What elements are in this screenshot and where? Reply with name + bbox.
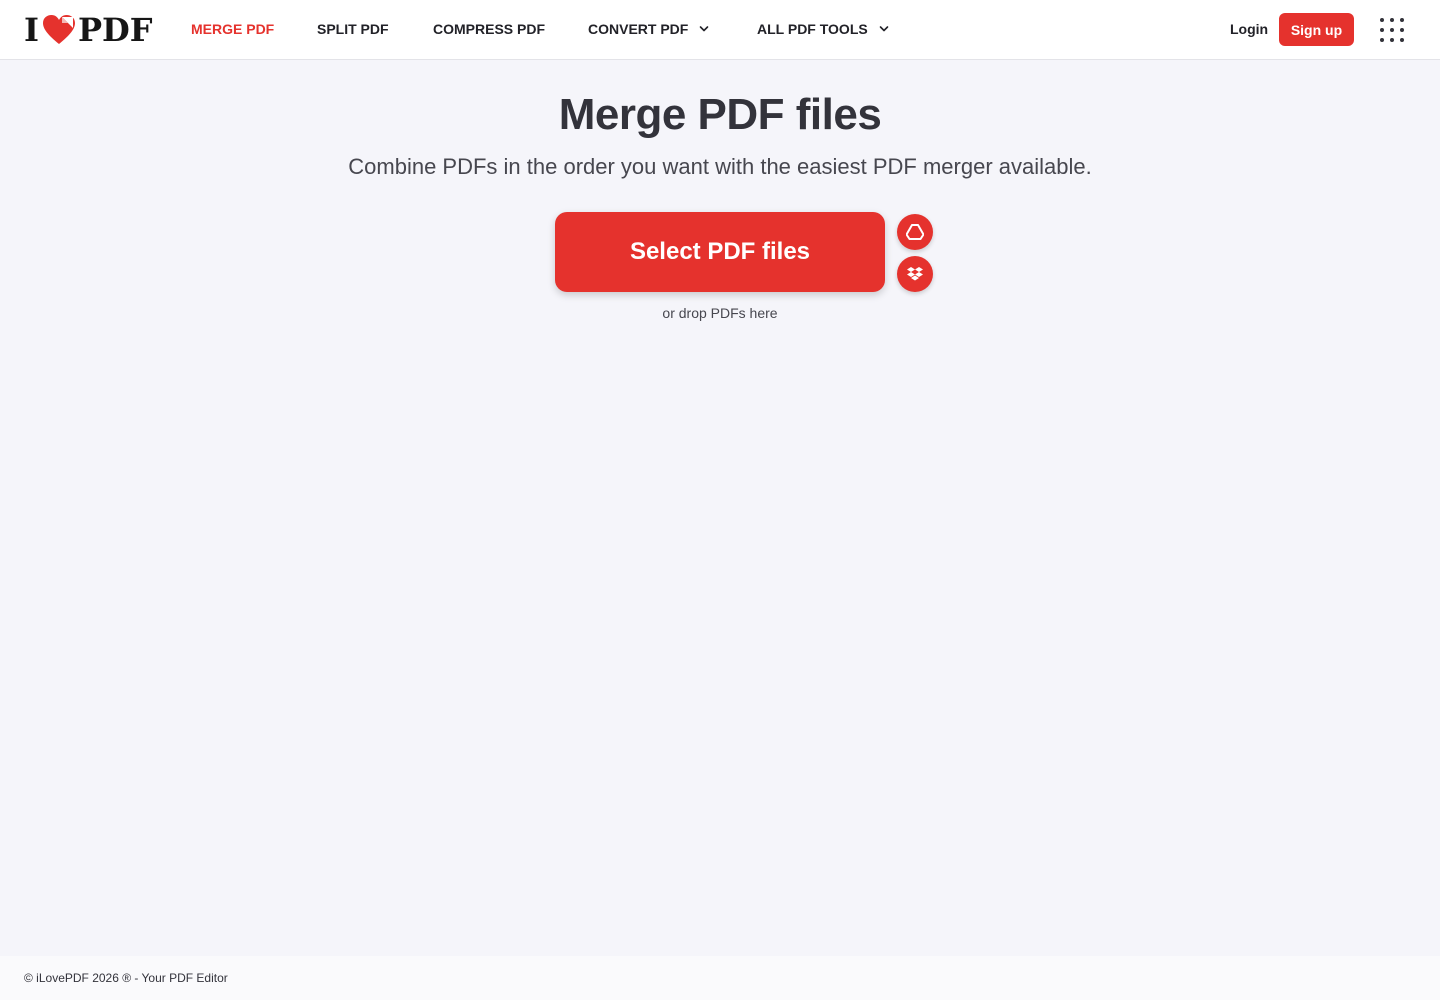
- nav-all-pdf-tools[interactable]: ALL PDF TOOLS: [757, 21, 889, 37]
- nav-compress-pdf[interactable]: COMPRESS PDF: [433, 21, 545, 37]
- nav-convert-pdf[interactable]: CONVERT PDF: [588, 21, 709, 37]
- chevron-down-icon: [700, 26, 709, 32]
- signup-button[interactable]: Sign up: [1279, 13, 1354, 46]
- dropbox-button[interactable]: [897, 256, 933, 292]
- google-drive-button[interactable]: [897, 214, 933, 250]
- nav-label: SPLIT PDF: [317, 21, 389, 37]
- heart-icon: [42, 15, 75, 44]
- nav-split-pdf[interactable]: SPLIT PDF: [317, 21, 389, 37]
- nav-label: COMPRESS PDF: [433, 21, 546, 37]
- logo-text-i: I: [24, 11, 39, 49]
- drop-hint: or drop PDFs here: [662, 305, 778, 321]
- nav-label: MERGE PDF: [191, 21, 275, 37]
- nav-label: CONVERT PDF: [588, 21, 689, 37]
- footer: © iLovePDF 2026 ® - Your PDF Editor: [0, 956, 1440, 1000]
- top-header: I PDF MERGE PDF SPLIT PDF COMPRESS PDF C…: [0, 0, 1440, 60]
- footer-copyright: © iLovePDF 2026 ® - Your PDF Editor: [24, 971, 228, 985]
- page-title: Merge PDF files: [558, 90, 882, 139]
- login-link[interactable]: Login: [1230, 21, 1268, 37]
- select-pdf-files-button[interactable]: Select PDF files: [555, 212, 885, 292]
- dropbox-icon: [907, 267, 923, 281]
- logo-text-pdf: PDF: [77, 11, 153, 49]
- ilovepdf-logo[interactable]: I PDF: [24, 11, 153, 49]
- apps-grid-icon[interactable]: [1379, 17, 1405, 43]
- nav-label: ALL PDF TOOLS: [757, 21, 868, 37]
- nav-merge-pdf[interactable]: MERGE PDF: [191, 21, 274, 37]
- google-drive-icon: [906, 224, 924, 240]
- page-subtitle: Combine PDFs in the order you want with …: [348, 154, 1092, 179]
- chevron-down-icon: [879, 26, 889, 32]
